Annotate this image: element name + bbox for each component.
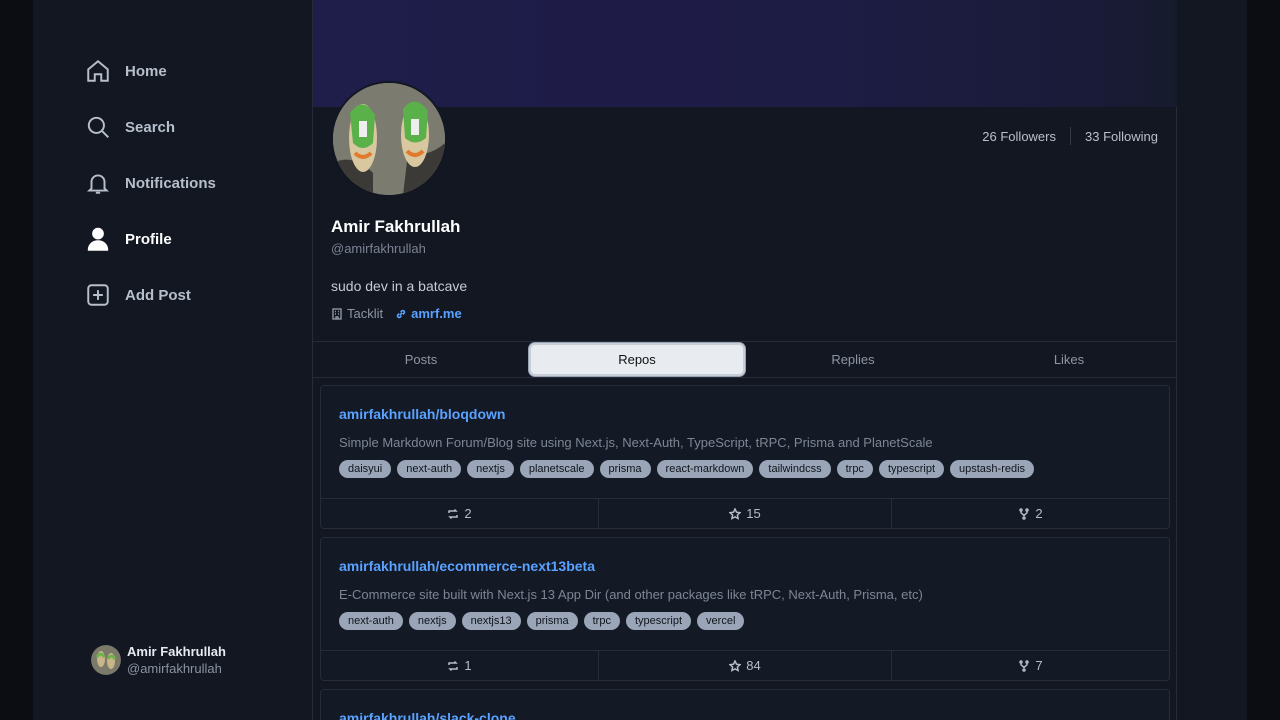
building-icon bbox=[332, 307, 342, 320]
profile-bio: sudo dev in a batcave bbox=[331, 278, 468, 294]
repo-tag[interactable]: tailwindcss bbox=[759, 460, 831, 478]
star-icon bbox=[729, 659, 742, 672]
profile-main: 26 Followers 33 Following Amir Fakhrulla… bbox=[312, 0, 1177, 720]
sidebar-item-label: Notifications bbox=[125, 174, 216, 192]
profile-handle: @amirfakhrullah bbox=[331, 241, 426, 256]
followers-count[interactable]: 26 Followers bbox=[982, 129, 1056, 144]
profile-org-label: Tacklit bbox=[347, 306, 384, 321]
repo-tags: daisyui next-auth nextjs planetscale pri… bbox=[339, 460, 1035, 478]
repost-icon bbox=[448, 508, 459, 519]
search-icon bbox=[85, 114, 111, 140]
profile-meta: Tacklit amrf.me bbox=[331, 306, 462, 321]
repo-tag[interactable]: next-auth bbox=[339, 612, 403, 630]
sidebar-item-home[interactable]: Home bbox=[85, 56, 167, 86]
sidebar-user-name: Amir Fakhrullah bbox=[127, 644, 226, 659]
repo-description: Simple Markdown Forum/Blog site using Ne… bbox=[339, 435, 933, 450]
sidebar-item-label: Add Post bbox=[125, 286, 191, 304]
profile-website[interactable]: amrf.me bbox=[395, 306, 462, 321]
profile-org: Tacklit bbox=[331, 306, 383, 321]
repo-card[interactable]: amirfakhrullah/ecommerce-next13beta E-Co… bbox=[320, 537, 1170, 681]
sidebar-item-label: Home bbox=[125, 62, 167, 80]
sidebar-item-label: Profile bbox=[125, 230, 172, 248]
sidebar-user-handle: @amirfakhrullah bbox=[127, 661, 222, 676]
tab-replies[interactable]: Replies bbox=[745, 342, 961, 377]
repo-tag[interactable]: nextjs13 bbox=[461, 612, 521, 630]
repo-title[interactable]: amirfakhrullah/slack-clone bbox=[339, 710, 516, 720]
repo-tag[interactable]: typescript bbox=[625, 612, 692, 630]
repo-title[interactable]: amirfakhrullah/ecommerce-next13beta bbox=[339, 558, 595, 574]
repo-forks[interactable]: 2 bbox=[892, 499, 1169, 528]
repo-tag[interactable]: trpc bbox=[583, 612, 620, 630]
repo-tag[interactable]: trpc bbox=[836, 460, 873, 478]
plus-square-icon bbox=[85, 282, 111, 308]
following-count[interactable]: 33 Following bbox=[1085, 129, 1158, 144]
sidebar-item-profile[interactable]: Profile bbox=[85, 224, 172, 254]
repo-reposts[interactable]: 1 bbox=[321, 651, 599, 680]
fork-icon bbox=[1019, 659, 1030, 672]
tab-repos[interactable]: Repos bbox=[529, 342, 745, 377]
divider bbox=[1070, 127, 1071, 145]
profile-name: Amir Fakhrullah bbox=[331, 217, 461, 236]
sidebar-user[interactable]: Amir Fakhrullah @amirfakhrullah bbox=[91, 644, 226, 676]
repo-stars[interactable]: 15 bbox=[599, 499, 892, 528]
repo-card[interactable]: amirfakhrullah/bloqdown Simple Markdown … bbox=[320, 385, 1170, 529]
profile-website-label: amrf.me bbox=[411, 306, 462, 321]
profile-avatar bbox=[331, 81, 447, 197]
repo-stats: 2 15 2 bbox=[321, 498, 1169, 528]
repo-tags: next-auth nextjs nextjs13 prisma trpc ty… bbox=[339, 612, 745, 630]
repo-tag[interactable]: typescript bbox=[878, 460, 945, 478]
repost-icon bbox=[448, 660, 459, 671]
repo-tag[interactable]: nextjs bbox=[467, 460, 514, 478]
repo-forks[interactable]: 7 bbox=[892, 651, 1169, 680]
repo-tag[interactable]: vercel bbox=[697, 612, 745, 630]
avatar bbox=[91, 645, 121, 675]
home-icon bbox=[85, 58, 111, 84]
sidebar-item-notifications[interactable]: Notifications bbox=[85, 168, 216, 198]
repo-tag[interactable]: prisma bbox=[526, 612, 578, 630]
profile-tabs: Posts Repos Replies Likes bbox=[313, 341, 1177, 378]
repo-description: E-Commerce site built with Next.js 13 Ap… bbox=[339, 587, 923, 602]
repo-tag[interactable]: react-markdown bbox=[656, 460, 754, 478]
follow-stats: 26 Followers 33 Following bbox=[982, 127, 1158, 145]
sidebar: Home Search Notifications Profile Add Po… bbox=[33, 0, 312, 720]
link-icon bbox=[396, 309, 406, 318]
sidebar-item-label: Search bbox=[125, 118, 176, 136]
profile-banner bbox=[313, 0, 1177, 107]
repo-title[interactable]: amirfakhrullah/bloqdown bbox=[339, 406, 505, 422]
repo-card[interactable]: amirfakhrullah/slack-clone bbox=[320, 689, 1170, 720]
repo-stars[interactable]: 84 bbox=[599, 651, 892, 680]
app-frame: Home Search Notifications Profile Add Po… bbox=[33, 0, 1247, 720]
repo-reposts[interactable]: 2 bbox=[321, 499, 599, 528]
user-icon bbox=[85, 226, 111, 252]
repo-stats: 1 84 7 bbox=[321, 650, 1169, 680]
tab-posts[interactable]: Posts bbox=[313, 342, 529, 377]
repo-tag[interactable]: planetscale bbox=[519, 460, 594, 478]
repo-tag[interactable]: nextjs bbox=[408, 612, 456, 630]
repo-tag[interactable]: daisyui bbox=[339, 460, 392, 478]
sidebar-item-add-post[interactable]: Add Post bbox=[85, 280, 191, 310]
bell-icon bbox=[85, 170, 111, 196]
repo-tag[interactable]: next-auth bbox=[397, 460, 462, 478]
sidebar-item-search[interactable]: Search bbox=[85, 112, 175, 142]
star-icon bbox=[729, 507, 742, 520]
repo-tag[interactable]: prisma bbox=[599, 460, 651, 478]
fork-icon bbox=[1019, 507, 1030, 520]
tab-likes[interactable]: Likes bbox=[961, 342, 1177, 377]
repo-tag[interactable]: upstash-redis bbox=[950, 460, 1035, 478]
